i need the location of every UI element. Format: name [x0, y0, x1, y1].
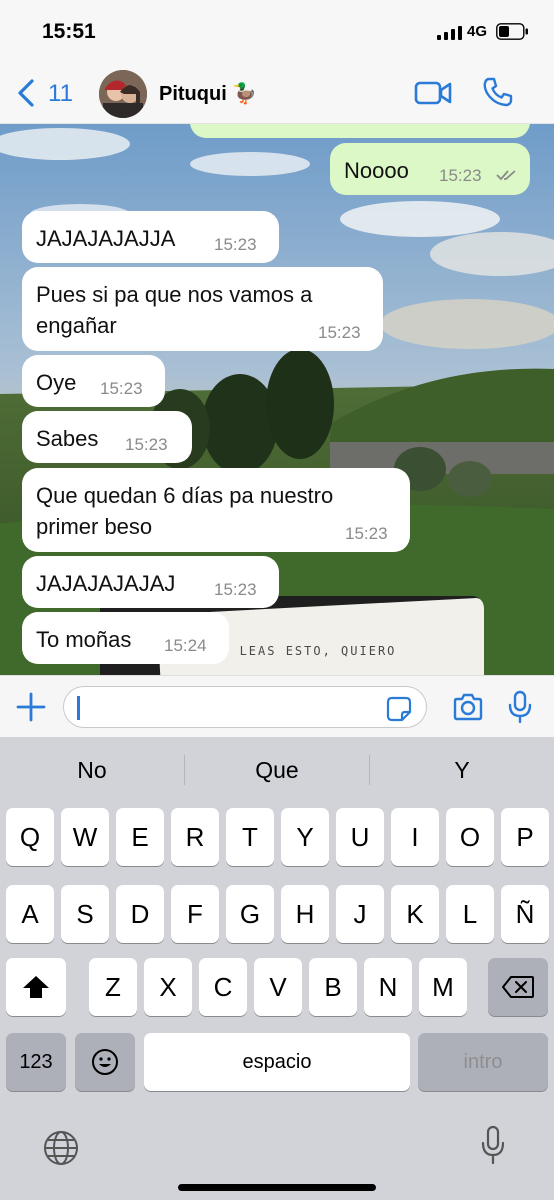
chat-header: 11 Pituqui 🦆 [0, 62, 554, 124]
message-time: 15:23 [439, 166, 482, 185]
message-bubble-incoming[interactable]: Pues si pa que nos vamos a engañar 15:23 [22, 267, 383, 351]
message-time: 15:23 [214, 580, 257, 599]
shift-key[interactable] [6, 958, 66, 1016]
microphone-icon[interactable] [508, 690, 532, 724]
message-bubble-incoming[interactable]: Que quedan 6 días pa nuestro primer beso… [22, 468, 410, 552]
message-text: Sabes [36, 426, 99, 451]
key-f[interactable]: F [171, 885, 219, 943]
suggestion-3[interactable]: Y [370, 757, 554, 784]
plus-icon[interactable] [14, 690, 48, 724]
message-time: 15:24 [164, 636, 207, 655]
key-m[interactable]: M [419, 958, 467, 1016]
globe-icon[interactable] [42, 1129, 80, 1167]
key-n[interactable]: N [364, 958, 412, 1016]
key-i[interactable]: I [391, 808, 439, 866]
key-a[interactable]: A [6, 885, 54, 943]
message-time: 15:23 [100, 379, 143, 398]
message-text: Noooo [344, 158, 409, 183]
status-time: 15:51 [42, 20, 96, 43]
video-call-icon[interactable] [414, 78, 452, 108]
message-input[interactable] [63, 686, 427, 728]
key-d[interactable]: D [116, 885, 164, 943]
key-b[interactable]: B [309, 958, 357, 1016]
suggestion-2[interactable]: Que [185, 757, 369, 784]
key-z[interactable]: Z [89, 958, 137, 1016]
avatar[interactable] [99, 70, 147, 118]
home-indicator [178, 1184, 376, 1191]
contact-name[interactable]: Pituqui 🦆 [159, 81, 257, 106]
key-q[interactable]: Q [6, 808, 54, 866]
key-enye[interactable]: Ñ [501, 885, 549, 943]
phone-icon[interactable] [482, 76, 514, 108]
emoji-key[interactable] [75, 1033, 135, 1091]
message-text-line: primer beso [36, 514, 153, 539]
key-t[interactable]: T [226, 808, 274, 866]
message-text-line: Que quedan 6 días pa nuestro [36, 483, 334, 508]
key-j[interactable]: J [336, 885, 384, 943]
key-x[interactable]: X [144, 958, 192, 1016]
text-caret [77, 696, 80, 720]
avatar-photo [99, 70, 147, 118]
message-bubble-incoming[interactable]: Oye 15:23 [22, 355, 165, 407]
status-bar: 15:51 4G [0, 0, 554, 62]
chat-area[interactable]: Noooo 15:23 JAJAJAJAJJA 15:23 Pues si pa… [0, 124, 554, 675]
unread-count[interactable]: 11 [48, 80, 73, 108]
dictation-icon[interactable] [480, 1125, 506, 1165]
double-check-icon [496, 170, 516, 181]
numbers-key[interactable]: 123 [6, 1033, 66, 1091]
delete-icon [502, 976, 534, 998]
camera-icon[interactable] [452, 692, 484, 722]
sticker-icon[interactable] [386, 696, 412, 722]
compose-bar [0, 675, 554, 737]
key-l[interactable]: L [446, 885, 494, 943]
space-key[interactable]: espacio [144, 1033, 410, 1091]
message-bubble-incoming[interactable]: Sabes 15:23 [22, 411, 192, 463]
message-text: To moñas [36, 627, 132, 652]
key-h[interactable]: H [281, 885, 329, 943]
message-text: Oye [36, 370, 77, 395]
message-text: JAJAJAJAJAJ [36, 571, 176, 596]
key-k[interactable]: K [391, 885, 439, 943]
key-v[interactable]: V [254, 958, 302, 1016]
message-text-line: Pues si pa que nos vamos a [36, 282, 313, 307]
suggestion-1[interactable]: No [0, 757, 184, 784]
message-bubble-outgoing-partial[interactable] [190, 124, 530, 138]
signal-strength-icon [437, 26, 462, 40]
key-g[interactable]: G [226, 885, 274, 943]
message-bubble-incoming[interactable]: To moñas 15:24 [22, 612, 229, 664]
message-time: 15:23 [318, 323, 361, 342]
network-type: 4G [467, 23, 488, 40]
message-bubble-outgoing[interactable]: Noooo 15:23 [330, 143, 530, 195]
emoji-icon [92, 1049, 118, 1075]
delete-key[interactable] [488, 958, 548, 1016]
message-text: JAJAJAJAJJA [36, 226, 176, 251]
message-time: 15:23 [345, 524, 388, 543]
battery-icon [496, 23, 528, 40]
keyboard: No Que Y Q W E R T Y U I O P A S D F G H… [0, 737, 554, 1200]
message-text: Pues si pa que nos vamos a engañar [36, 279, 312, 341]
message-text-line: engañar [36, 313, 117, 338]
key-c[interactable]: C [199, 958, 247, 1016]
key-y[interactable]: Y [281, 808, 329, 866]
key-e[interactable]: E [116, 808, 164, 866]
message-time: 15:23 [214, 235, 257, 254]
return-key[interactable]: intro [418, 1033, 548, 1091]
key-p[interactable]: P [501, 808, 549, 866]
key-r[interactable]: R [171, 808, 219, 866]
message-bubble-incoming[interactable]: JAJAJAJAJJA 15:23 [22, 211, 279, 263]
key-w[interactable]: W [61, 808, 109, 866]
message-text: Que quedan 6 días pa nuestro primer beso [36, 480, 333, 542]
back-chevron-icon[interactable] [14, 78, 38, 108]
key-s[interactable]: S [61, 885, 109, 943]
shift-icon [23, 976, 49, 998]
message-time: 15:23 [125, 435, 168, 454]
key-u[interactable]: U [336, 808, 384, 866]
key-o[interactable]: O [446, 808, 494, 866]
message-bubble-incoming[interactable]: JAJAJAJAJAJ 15:23 [22, 556, 279, 608]
